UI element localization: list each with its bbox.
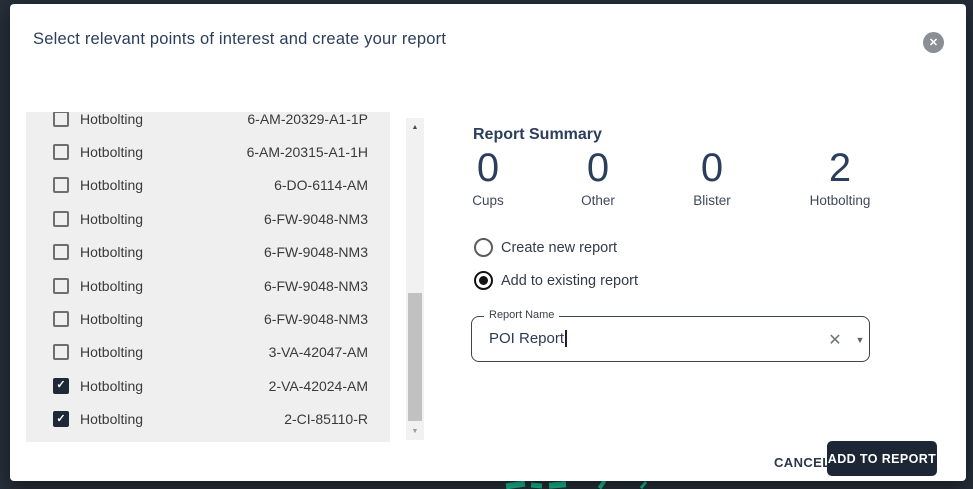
poi-checkbox[interactable]: ✓ xyxy=(53,411,69,428)
count-label: Blister xyxy=(693,193,731,208)
poi-checkbox[interactable]: ✓ xyxy=(53,177,69,194)
option-add-to-existing-report[interactable]: Add to existing report xyxy=(474,271,638,290)
poi-type-label: Hotbolting xyxy=(80,177,144,194)
option-label: Create new report xyxy=(501,239,618,256)
text-cursor xyxy=(565,330,567,347)
poi-checkbox[interactable]: ✓ xyxy=(53,244,69,261)
poi-type-label: Hotbolting xyxy=(80,377,144,394)
report-name-field[interactable]: Report Name POI Report ✕ ▼ xyxy=(471,309,870,362)
poi-id-label: 6-AM-20315-A1-1H xyxy=(246,144,368,161)
scroll-up-icon[interactable]: ▲ xyxy=(406,120,424,134)
count-value: 0 xyxy=(700,146,724,190)
poi-checkbox[interactable]: ✓ xyxy=(53,210,69,227)
poi-list-item[interactable]: ✓ Hotbolting 2-VA-42024-AM xyxy=(26,369,390,402)
checkmark-icon: ✓ xyxy=(56,412,66,425)
poi-list-item[interactable]: ✓ Hotbolting 3-VA-42047-AM xyxy=(26,336,390,369)
map-fragment xyxy=(505,480,526,489)
poi-type-label: Hotbolting xyxy=(80,144,144,161)
scroll-down-icon[interactable]: ▼ xyxy=(406,424,424,438)
poi-list-item[interactable]: ✓ Hotbolting 6-FW-9048-NM3 xyxy=(26,302,390,335)
radio-dot xyxy=(479,276,488,285)
option-label: Add to existing report xyxy=(501,272,639,289)
map-fragment xyxy=(548,481,567,489)
radio-button[interactable] xyxy=(474,238,493,257)
summary-count-hotbolting: 2 Hotbolting xyxy=(790,146,890,208)
poi-checkbox[interactable]: ✓ xyxy=(53,144,69,161)
poi-type-label: Hotbolting xyxy=(80,344,144,361)
poi-id-label: 6-AM-20329-A1-1P xyxy=(247,112,368,127)
close-icon[interactable]: ✕ xyxy=(923,32,944,53)
dropdown-arrow-icon[interactable]: ▼ xyxy=(850,330,870,350)
poi-id-label: 6-DO-6114-AM xyxy=(274,177,368,194)
poi-id-label: 3-VA-42047-AM xyxy=(268,344,368,361)
poi-list-item[interactable]: ✓ Hotbolting 6-FW-9048-NM3 xyxy=(26,236,390,269)
poi-type-label: Hotbolting xyxy=(80,411,144,428)
poi-list-item[interactable]: ✓ Hotbolting 6-FW-9048-NM3 xyxy=(26,202,390,235)
poi-checkbox[interactable]: ✓ xyxy=(53,277,69,294)
poi-list-item[interactable]: ✓ Hotbolting 6-FW-9048-NM3 xyxy=(26,269,390,302)
count-value: 0 xyxy=(586,146,610,190)
summary-count-blister: 0 Blister xyxy=(662,146,762,208)
poi-id-label: 2-VA-42024-AM xyxy=(268,377,368,394)
report-name-field-label: Report Name xyxy=(484,309,560,321)
map-fragment xyxy=(639,480,648,489)
count-label: Other xyxy=(581,193,615,208)
poi-id-label: 6-FW-9048-NM3 xyxy=(264,210,368,227)
report-name-input[interactable]: POI Report xyxy=(489,330,567,347)
summary-count-other: 0 Other xyxy=(548,146,648,208)
option-create-new-report[interactable]: Create new report xyxy=(474,238,617,257)
poi-rows: ✓ Hotbolting 6-AM-20329-A1-1P ✓ Hotbolti… xyxy=(26,112,390,436)
report-summary-title: Report Summary xyxy=(473,126,602,143)
poi-type-label: Hotbolting xyxy=(80,311,144,328)
app-screen: Select relevant points of interest and c… xyxy=(0,0,973,489)
radio-button[interactable] xyxy=(474,271,493,290)
poi-checkbox[interactable]: ✓ xyxy=(53,377,69,394)
poi-id-label: 2-CI-85110-R xyxy=(284,411,368,428)
poi-list-item[interactable]: ✓ Hotbolting 2-CI-85110-R xyxy=(26,403,390,436)
count-label: Cups xyxy=(472,193,504,208)
create-report-dialog: Select relevant points of interest and c… xyxy=(10,4,966,481)
poi-list-item[interactable]: ✓ Hotbolting 6-DO-6114-AM xyxy=(26,169,390,202)
poi-list: ✓ Hotbolting 6-AM-20329-A1-1P ✓ Hotbolti… xyxy=(26,112,390,442)
map-fragment xyxy=(597,479,607,489)
scrollbar-thumb[interactable] xyxy=(408,293,422,421)
poi-list-item[interactable]: ✓ Hotbolting 6-AM-20329-A1-1P xyxy=(26,112,390,135)
add-to-report-button[interactable]: ADD TO REPORT xyxy=(827,441,937,476)
clear-icon[interactable]: ✕ xyxy=(824,329,846,351)
poi-checkbox[interactable]: ✓ xyxy=(53,311,69,328)
list-scrollbar[interactable]: ▲ ▼ xyxy=(406,118,424,440)
poi-type-label: Hotbolting xyxy=(80,112,144,127)
poi-id-label: 6-FW-9048-NM3 xyxy=(264,311,368,328)
summary-count-cups: 0 Cups xyxy=(438,146,538,208)
poi-type-label: Hotbolting xyxy=(80,277,144,294)
count-value: 0 xyxy=(476,146,500,190)
count-label: Hotbolting xyxy=(809,193,871,208)
poi-type-label: Hotbolting xyxy=(80,244,144,261)
poi-type-label: Hotbolting xyxy=(80,210,144,227)
dialog-title: Select relevant points of interest and c… xyxy=(33,30,447,48)
poi-id-label: 6-FW-9048-NM3 xyxy=(264,244,368,261)
poi-id-label: 6-FW-9048-NM3 xyxy=(264,277,368,294)
checkmark-icon: ✓ xyxy=(56,379,66,392)
map-fragment xyxy=(530,482,543,489)
poi-checkbox[interactable]: ✓ xyxy=(53,112,69,127)
poi-list-item[interactable]: ✓ Hotbolting 6-AM-20315-A1-1H xyxy=(26,135,390,168)
poi-checkbox[interactable]: ✓ xyxy=(53,344,69,361)
count-value: 2 xyxy=(828,146,852,190)
